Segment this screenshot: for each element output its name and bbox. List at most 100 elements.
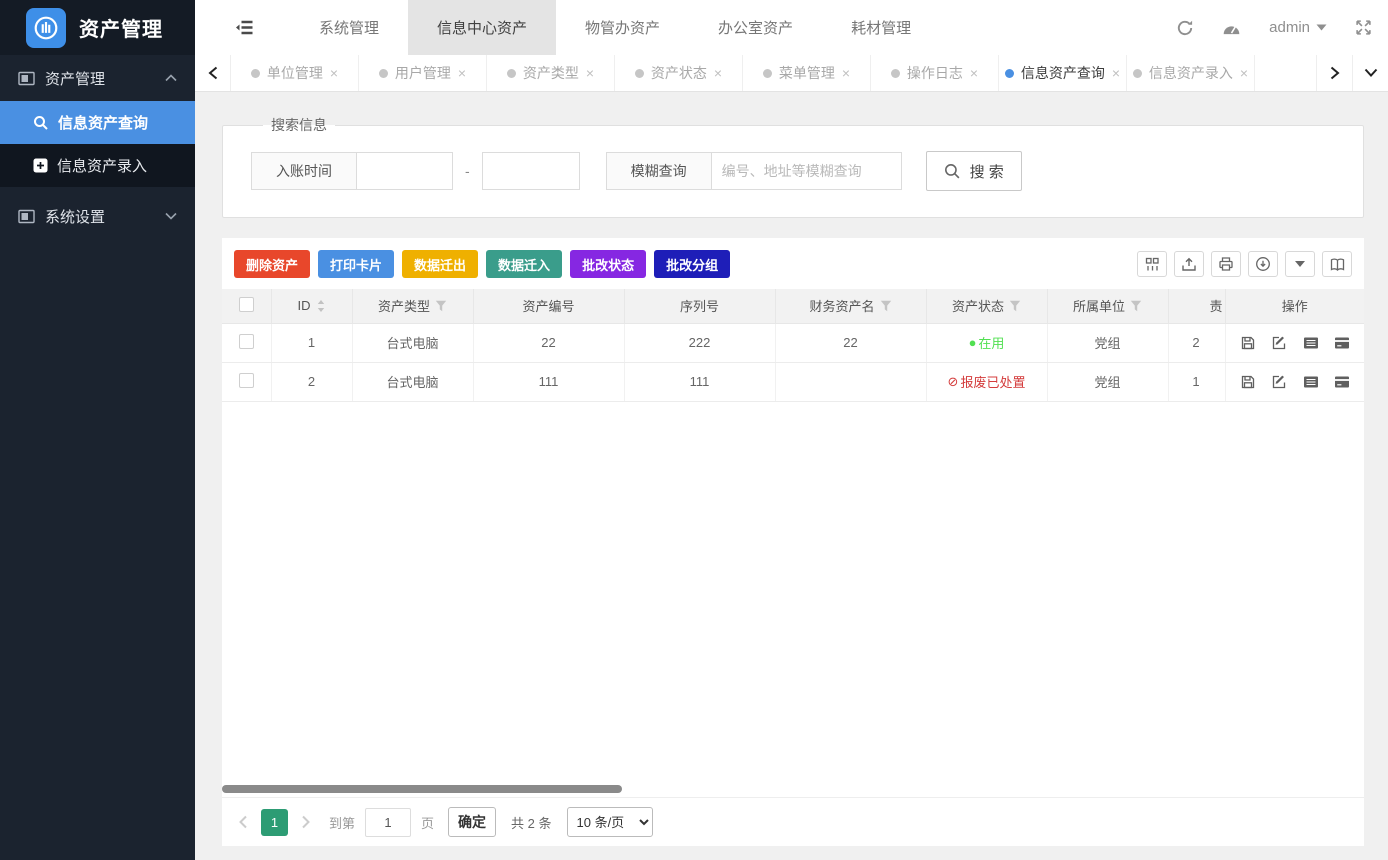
action-button[interactable]: 批改分组 xyxy=(654,250,730,278)
row-checkbox[interactable] xyxy=(239,373,254,388)
tab-close-icon[interactable]: × xyxy=(586,66,594,80)
tabs-scroll-right-icon[interactable] xyxy=(1316,55,1352,91)
book-icon[interactable] xyxy=(1322,251,1352,277)
date-to-input[interactable] xyxy=(482,152,580,190)
save-icon[interactable] xyxy=(1240,335,1256,351)
cell-serial: 222 xyxy=(624,323,775,362)
topnav-item[interactable]: 物管办资产 xyxy=(556,0,689,55)
fullscreen-icon[interactable] xyxy=(1355,19,1372,36)
column-header-serial: 序列号 xyxy=(680,299,719,314)
filter-icon[interactable] xyxy=(1130,300,1142,312)
card-icon[interactable] xyxy=(1334,336,1350,350)
filter-icon[interactable] xyxy=(435,300,447,312)
tab[interactable]: 用户管理 × xyxy=(359,55,487,91)
export-icon[interactable] xyxy=(1174,251,1204,277)
tab[interactable]: 资产类型 × xyxy=(487,55,615,91)
date-from-input[interactable] xyxy=(357,152,453,190)
action-button[interactable]: 数据迁出 xyxy=(402,250,478,278)
detail-list-icon[interactable] xyxy=(1303,375,1319,389)
goto-page-input[interactable] xyxy=(365,808,411,837)
tab-status-dot-icon xyxy=(1133,69,1142,78)
sort-icon[interactable] xyxy=(316,299,326,313)
asset-table: ID 资产类型 资产编号 序列号 财务资产名 资产状态 所属单位 责 操作 xyxy=(222,289,1364,402)
topnav-item[interactable]: 耗材管理 xyxy=(822,0,940,55)
username: admin xyxy=(1269,19,1310,36)
tab[interactable]: 菜单管理 × xyxy=(743,55,871,91)
tabs-scroll-left-icon[interactable] xyxy=(195,55,231,91)
tab-label: 资产状态 xyxy=(651,63,707,83)
fuzzy-search-input[interactable] xyxy=(712,152,902,190)
tab-close-icon[interactable]: × xyxy=(330,66,338,80)
filter-icon[interactable] xyxy=(1009,300,1021,312)
sidebar-item-info-asset-entry[interactable]: 信息资产录入 xyxy=(0,144,195,187)
cell-finance-name xyxy=(775,362,926,401)
prev-page-icon[interactable] xyxy=(238,815,248,829)
sidebar-group-label: 系统设置 xyxy=(45,206,105,227)
filter-icon[interactable] xyxy=(880,300,892,312)
next-page-icon[interactable] xyxy=(301,815,311,829)
search-icon xyxy=(944,163,961,180)
dashboard-gauge-icon[interactable] xyxy=(1222,20,1241,36)
fuzzy-search-label: 模糊查询 xyxy=(606,152,712,190)
tab-close-icon[interactable]: × xyxy=(1112,66,1120,80)
page-size-select[interactable]: 10 条/页 xyxy=(567,807,653,837)
tab-close-icon[interactable]: × xyxy=(970,66,978,80)
cell-id: 1 xyxy=(271,323,352,362)
search-button[interactable]: 搜 索 xyxy=(926,151,1022,191)
tab[interactable]: 信息资产录入 × xyxy=(1127,55,1255,91)
tab-label: 用户管理 xyxy=(395,63,451,83)
refresh-icon[interactable] xyxy=(1176,19,1194,37)
current-page-button[interactable]: 1 xyxy=(261,809,288,836)
collapse-sidebar-icon[interactable] xyxy=(235,0,254,55)
tabs-more-icon[interactable] xyxy=(1352,55,1388,91)
tab[interactable]: 信息资产查询 × xyxy=(999,55,1127,91)
tab-close-icon[interactable]: × xyxy=(842,66,850,80)
tab-close-icon[interactable]: × xyxy=(714,66,722,80)
topnav-item-label: 信息中心资产 xyxy=(437,17,527,38)
tab[interactable]: 操作日志 × xyxy=(871,55,999,91)
tab-close-icon[interactable]: × xyxy=(1240,66,1248,80)
tab-label: 单位管理 xyxy=(267,63,323,83)
table-toolbar: 删除资产 打印卡片 数据迁出 数据迁入 批改状态 批改分组 xyxy=(222,238,1364,289)
edit-icon[interactable] xyxy=(1271,374,1287,390)
tab-status-dot-icon xyxy=(635,69,644,78)
card-icon[interactable] xyxy=(1334,375,1350,389)
cell-serial: 111 xyxy=(624,362,775,401)
sidebar-group-system-settings[interactable]: 系统设置 xyxy=(0,193,195,239)
tab-label: 信息资产录入 xyxy=(1149,63,1233,83)
save-icon[interactable] xyxy=(1240,374,1256,390)
sidebar-group-asset-management[interactable]: 资产管理 xyxy=(0,55,195,101)
detail-list-icon[interactable] xyxy=(1303,336,1319,350)
edit-icon[interactable] xyxy=(1271,335,1287,351)
tab-close-icon[interactable]: × xyxy=(458,66,466,80)
tab-label: 信息资产查询 xyxy=(1021,63,1105,83)
tab[interactable]: 资产状态 × xyxy=(615,55,743,91)
column-header-code: 资产编号 xyxy=(522,299,574,314)
bulk-action-buttons: 删除资产 打印卡片 数据迁出 数据迁入 批改状态 批改分组 xyxy=(234,250,738,278)
tab[interactable]: 单位管理 × xyxy=(231,55,359,91)
search-button-label: 搜 索 xyxy=(970,161,1004,182)
tabbar-spacer xyxy=(1255,55,1316,91)
topnav-item[interactable]: 办公室资产 xyxy=(689,0,822,55)
cell-code: 111 xyxy=(473,362,624,401)
sidebar-item-info-asset-query[interactable]: 信息资产查询 xyxy=(0,101,195,144)
action-button[interactable]: 打印卡片 xyxy=(318,250,394,278)
goto-confirm-button[interactable]: 确定 xyxy=(448,807,496,837)
download-icon[interactable] xyxy=(1248,251,1278,277)
column-header-unit: 所属单位 xyxy=(1073,296,1125,315)
action-button[interactable]: 删除资产 xyxy=(234,250,310,278)
toggle-columns-icon[interactable] xyxy=(1137,251,1167,277)
horizontal-scrollbar[interactable] xyxy=(222,785,622,793)
caret-down-icon[interactable] xyxy=(1285,251,1315,277)
action-button[interactable]: 数据迁入 xyxy=(486,250,562,278)
tab-status-dot-icon xyxy=(251,69,260,78)
row-checkbox[interactable] xyxy=(239,334,254,349)
topnav-item[interactable]: 系统管理 xyxy=(290,0,408,55)
topbar: 系统管理 信息中心资产 物管办资产 办公室资产 耗材管理 xyxy=(195,0,1388,55)
topnav-item[interactable]: 信息中心资产 xyxy=(408,0,556,55)
print-icon[interactable] xyxy=(1211,251,1241,277)
column-header-type: 资产类型 xyxy=(378,296,430,315)
action-button[interactable]: 批改状态 xyxy=(570,250,646,278)
select-all-checkbox[interactable] xyxy=(239,297,254,312)
user-menu[interactable]: admin xyxy=(1269,19,1327,36)
